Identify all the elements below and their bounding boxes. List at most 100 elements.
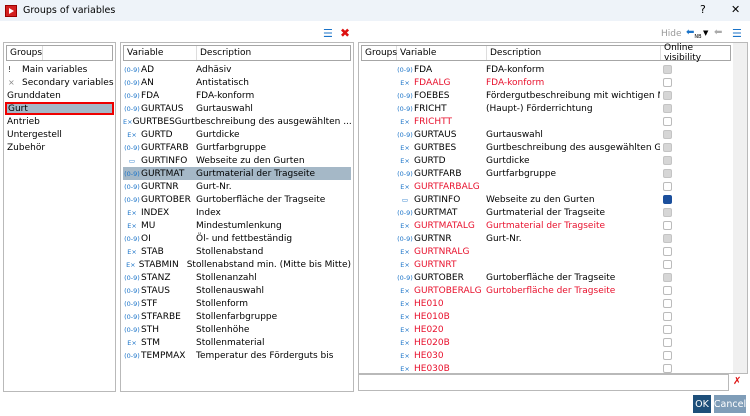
table-row[interactable]: E× FRICHTT <box>396 115 747 128</box>
table-row[interactable]: (0-9) GURTOBER Gurtoberfläche der Tragseit… <box>123 193 351 206</box>
table-row[interactable]: (0-9) STFARBE Stollenfarbgruppe <box>123 310 351 323</box>
online-visibility-checkbox[interactable] <box>663 78 672 87</box>
table-row[interactable]: E× HE020B <box>396 336 747 349</box>
table-row[interactable]: E× GURTD Gurtdicke <box>396 154 747 167</box>
help-button[interactable]: ? <box>700 3 706 16</box>
online-visibility-checkbox[interactable] <box>663 117 672 126</box>
online-visibility-checkbox[interactable] <box>663 260 672 269</box>
table-row[interactable]: (0-9) STF Stollenform <box>123 297 351 310</box>
online-visibility-checkbox[interactable] <box>663 286 672 295</box>
table-row[interactable]: (0-9) FOEBES Fördergutbeschreibung mit wic… <box>396 89 747 102</box>
table-row[interactable]: (0-9) GURTNR Gurt-Nr. <box>396 232 747 245</box>
table-row[interactable]: E× GURTMATALG Gurtmaterial der Tragseite <box>396 219 747 232</box>
online-visibility-checkbox[interactable] <box>663 65 672 74</box>
online-visibility-checkbox[interactable] <box>663 195 672 204</box>
table-row[interactable]: E× GURTFARBALG <box>396 180 747 193</box>
table-row[interactable]: (0-9) FRICHT (Haupt-) Förderrichtung <box>396 102 747 115</box>
table-row[interactable]: E× GURTNRT <box>396 258 747 271</box>
table-row[interactable]: E× STAB Stollenabstand <box>123 245 351 258</box>
table-row[interactable]: (0-9) FDA FDA-konform <box>123 89 351 102</box>
online-visibility-checkbox[interactable] <box>663 325 672 334</box>
table-row[interactable]: E× GURTBES Gurtbeschreibung des ausgewählt… <box>396 141 747 154</box>
group-item[interactable]: Gurt <box>5 102 114 115</box>
group-item[interactable]: ! Main variables <box>4 63 115 76</box>
table-row[interactable]: (0-9) GURTOBER Gurtoberfläche der Tragseit… <box>396 271 747 284</box>
table-row[interactable]: (0-9) STAUS Stollenauswahl <box>123 284 351 297</box>
table-row[interactable]: (0-9) AN Antistatisch <box>123 76 351 89</box>
table-row[interactable]: (0-9) GURTFARB Gurtfarbgruppe <box>123 141 351 154</box>
description-column-header[interactable]: Description <box>487 46 661 60</box>
table-row[interactable]: (0-9) GURTAUS Gurtauswahl <box>123 102 351 115</box>
table-row[interactable]: (0-9) GURTFARB Gurtfarbgruppe <box>396 167 747 180</box>
online-visibility-checkbox[interactable] <box>663 91 672 100</box>
table-row[interactable]: (0-9) STH Stollenhöhe <box>123 323 351 336</box>
table-row[interactable]: E× MU Mindestumlenkung <box>123 219 351 232</box>
online-visibility-checkbox[interactable] <box>663 169 672 178</box>
online-visibility-column-header[interactable]: Online visibility <box>661 43 730 63</box>
table-row[interactable]: E× INDEX Index <box>123 206 351 219</box>
online-visibility-checkbox[interactable] <box>663 156 672 165</box>
online-visibility-checkbox[interactable] <box>663 221 672 230</box>
table-row[interactable]: (0-9) GURTNR Gurt-Nr. <box>123 180 351 193</box>
online-visibility-checkbox[interactable] <box>663 104 672 113</box>
variable-column-header[interactable]: Variable <box>397 46 487 60</box>
online-visibility-checkbox[interactable] <box>663 299 672 308</box>
app-icon <box>5 4 17 17</box>
hide-button[interactable]: Hide <box>661 29 682 39</box>
online-visibility-checkbox[interactable] <box>663 182 672 191</box>
group-item[interactable]: Grunddaten <box>4 89 115 102</box>
groups-column-header[interactable]: Groups <box>362 46 397 60</box>
delete-icon[interactable]: ✖ <box>340 26 350 40</box>
group-item[interactable]: Untergestell <box>4 128 115 141</box>
table-row[interactable]: E× GURTOBERALG Gurtoberfläche der Tragseit… <box>396 284 747 297</box>
table-row[interactable]: E× HE030 <box>396 349 747 362</box>
online-visibility-checkbox[interactable] <box>663 247 672 256</box>
table-row[interactable]: E× HE010B <box>396 310 747 323</box>
table-row[interactable]: E× GURTD Gurtdicke <box>123 128 351 141</box>
group-item[interactable]: × Secondary variables <box>4 76 115 89</box>
table-row[interactable]: E× GURTBES Gurtbeschreibung des ausgewählt… <box>123 115 352 128</box>
list-view-icon[interactable]: ☰ <box>323 27 333 40</box>
table-row[interactable]: E× FDAALG FDA-konform <box>396 76 747 89</box>
table-row[interactable]: (0-9) GURTAUS Gurtauswahl <box>396 128 747 141</box>
online-visibility-checkbox[interactable] <box>663 364 672 373</box>
close-button[interactable]: ✕ <box>731 3 740 16</box>
online-visibility-checkbox[interactable] <box>663 130 672 139</box>
ok-button[interactable]: OK <box>693 395 711 413</box>
cancel-button[interactable]: Cancel <box>714 395 746 413</box>
info-box-icon: ▭ <box>401 195 409 204</box>
list-view-icon-right[interactable]: ☰ <box>732 27 742 40</box>
online-visibility-checkbox[interactable] <box>663 312 672 321</box>
online-visibility-checkbox[interactable] <box>663 351 672 360</box>
table-row[interactable]: (0-9) TEMPMAX Temperatur des Förderguts bi… <box>123 349 351 362</box>
move-nb-icon[interactable]: ⬅NB <box>686 27 702 40</box>
table-row[interactable]: (0-9) AD Adhäsiv <box>123 63 351 76</box>
table-row[interactable]: E× STM Stollenmaterial <box>123 336 351 349</box>
table-row[interactable]: E× HE020 <box>396 323 747 336</box>
filter-input[interactable] <box>358 374 729 391</box>
move-left-icon[interactable]: ⬅ <box>714 27 722 38</box>
scrollbar[interactable] <box>733 43 747 373</box>
description-column-header[interactable]: Description <box>197 46 350 60</box>
dropdown-arrow-icon[interactable]: ▼ <box>703 29 708 37</box>
table-row[interactable]: E× HE010 <box>396 297 747 310</box>
online-visibility-checkbox[interactable] <box>663 273 672 282</box>
table-row[interactable]: (0-9) OI Öl- und fettbeständig <box>123 232 351 245</box>
online-visibility-checkbox[interactable] <box>663 234 672 243</box>
clear-filter-icon[interactable]: ✗ <box>733 376 741 387</box>
group-item[interactable]: Antrieb <box>4 115 115 128</box>
table-row[interactable]: (0-9) FDA FDA-konform <box>396 63 747 76</box>
table-row[interactable]: (0-9) GURTMAT Gurtmaterial der Tragseite <box>123 167 351 180</box>
table-row[interactable]: ▭ GURTINFO Webseite zu den Gurten <box>123 154 351 167</box>
group-item[interactable]: Zubehör <box>4 141 115 154</box>
online-visibility-checkbox[interactable] <box>663 143 672 152</box>
table-row[interactable]: (0-9) STANZ Stollenanzahl <box>123 271 351 284</box>
table-row[interactable]: E× GURTNRALG <box>396 245 747 258</box>
variable-column-header[interactable]: Variable <box>124 46 197 60</box>
online-visibility-checkbox[interactable] <box>663 338 672 347</box>
table-row[interactable]: E× HE030B <box>396 362 747 373</box>
table-row[interactable]: E× STABMIN Stollenabstand min. (Mitte bis … <box>123 258 351 271</box>
online-visibility-checkbox[interactable] <box>663 208 672 217</box>
table-row[interactable]: ▭ GURTINFO Webseite zu den Gurten <box>396 193 747 206</box>
table-row[interactable]: (0-9) GURTMAT Gurtmaterial der Tragseite <box>396 206 747 219</box>
